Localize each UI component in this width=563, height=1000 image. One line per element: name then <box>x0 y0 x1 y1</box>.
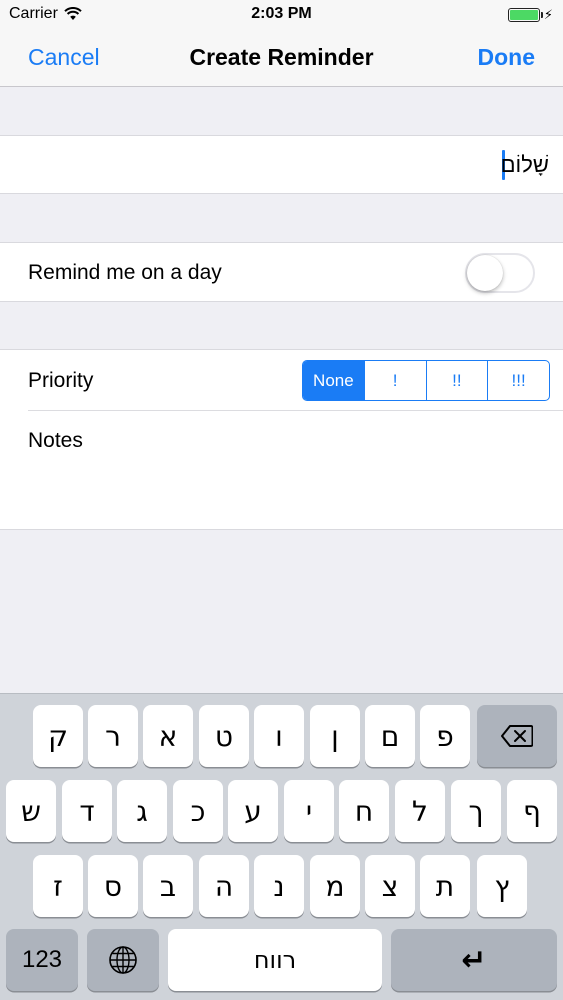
key-resh[interactable]: ר <box>88 705 138 767</box>
return-icon: ↵ <box>461 942 487 978</box>
key-shin[interactable]: ש <box>6 780 56 842</box>
priority-medium-segment[interactable]: !! <box>425 361 488 400</box>
globe-icon <box>109 946 137 974</box>
key-vav[interactable]: ו <box>254 705 304 767</box>
key-tet[interactable]: ט <box>199 705 249 767</box>
numbers-key[interactable]: 123 <box>6 929 78 991</box>
key-he[interactable]: ה <box>199 855 249 917</box>
key-nun[interactable]: נ <box>254 855 304 917</box>
key-alef[interactable]: א <box>143 705 193 767</box>
status-time: 2:03 PM <box>251 5 312 22</box>
key-mem[interactable]: מ <box>310 855 360 917</box>
key-pe[interactable]: פ <box>420 705 470 767</box>
done-button[interactable]: Done <box>478 44 536 71</box>
globe-key[interactable] <box>87 929 159 991</box>
key-bet[interactable]: ב <box>143 855 193 917</box>
key-het[interactable]: ח <box>339 780 389 842</box>
backspace-icon <box>501 725 533 747</box>
key-tsadi[interactable]: צ <box>365 855 415 917</box>
reminder-title-field[interactable]: שָׁלוֹם <box>0 135 563 194</box>
reminder-title-value: שָׁלוֹם <box>500 152 549 177</box>
cancel-button[interactable]: Cancel <box>28 44 100 71</box>
space-key[interactable]: רווח <box>168 929 382 991</box>
priority-none-segment[interactable]: None <box>303 361 364 400</box>
priority-high-segment[interactable]: !!! <box>487 361 549 400</box>
key-qof[interactable]: ק <box>33 705 83 767</box>
remind-on-day-row: Remind me on a day <box>0 242 563 302</box>
key-samekh[interactable]: ס <box>88 855 138 917</box>
remind-on-day-toggle[interactable] <box>465 253 535 293</box>
battery-icon <box>507 8 543 22</box>
details-group: Priority None ! !! !!! Notes <box>0 349 563 530</box>
status-bar: Carrier 2:03 PM ⚡ <box>0 0 563 30</box>
key-ayin[interactable]: ע <box>228 780 278 842</box>
battery-indicator: ⚡ <box>507 7 553 23</box>
key-lamed[interactable]: ל <box>395 780 445 842</box>
charging-bolt-icon: ⚡ <box>543 7 553 22</box>
priority-label: Priority <box>28 369 94 392</box>
key-final-pe[interactable]: ף <box>507 780 557 842</box>
key-zayin[interactable]: ז <box>33 855 83 917</box>
key-tav[interactable]: ת <box>420 855 470 917</box>
key-final-kaf[interactable]: ך <box>451 780 501 842</box>
key-kaf[interactable]: כ <box>173 780 223 842</box>
priority-row: Priority None ! !! !!! <box>0 350 563 410</box>
priority-low-segment[interactable]: ! <box>363 361 426 400</box>
notes-field[interactable]: Notes <box>0 411 563 530</box>
notes-label: Notes <box>28 429 83 452</box>
key-dalet[interactable]: ד <box>62 780 112 842</box>
key-final-nun[interactable]: ן <box>310 705 360 767</box>
priority-segmented-control: None ! !! !!! <box>302 360 550 401</box>
return-key[interactable]: ↵ <box>391 929 557 991</box>
key-yod[interactable]: י <box>284 780 334 842</box>
key-gimel[interactable]: ג <box>117 780 167 842</box>
navigation-bar: Cancel Create Reminder Done <box>0 30 563 87</box>
key-final-mem[interactable]: ם <box>365 705 415 767</box>
backspace-key[interactable] <box>477 705 557 767</box>
remind-on-day-label: Remind me on a day <box>28 261 222 284</box>
key-final-tsadi[interactable]: ץ <box>477 855 527 917</box>
hebrew-keyboard: ק ר א ט ו ן ם פ ש ד ג כ ע י ח ל ך ף ז ס … <box>0 693 563 1000</box>
toggle-knob <box>467 255 503 291</box>
